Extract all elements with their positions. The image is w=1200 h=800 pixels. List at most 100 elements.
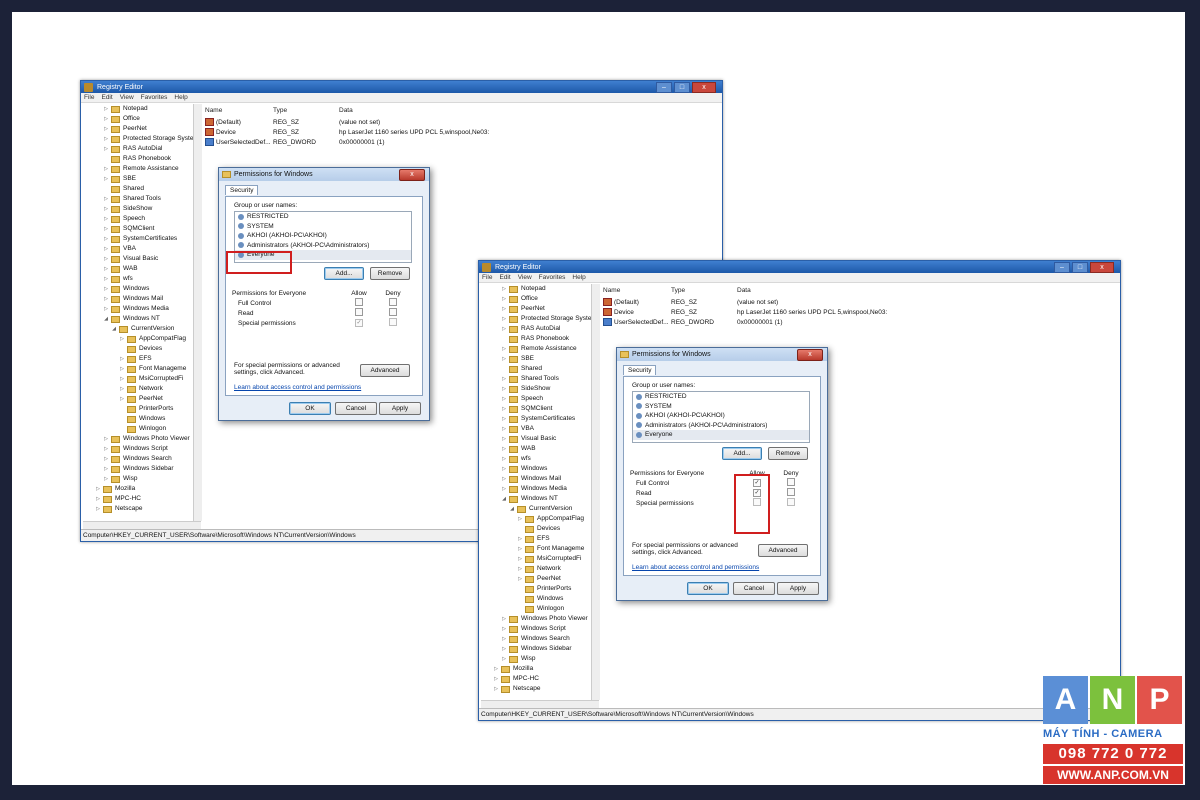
value-row[interactable]: (Default) REG_SZ (value not set) bbox=[603, 298, 897, 306]
tree-expander-icon[interactable]: ▷ bbox=[501, 644, 507, 654]
deny-checkbox[interactable] bbox=[389, 308, 397, 316]
tree-expander-icon[interactable]: ◢ bbox=[103, 314, 109, 324]
tree-expander-icon[interactable]: ▷ bbox=[103, 264, 109, 274]
menu-item-favorites[interactable]: Favorites bbox=[141, 94, 168, 101]
menu-item-edit[interactable]: Edit bbox=[499, 274, 510, 281]
tree-item[interactable]: ▷ wfs bbox=[481, 454, 597, 464]
tree-expander-icon[interactable]: ▷ bbox=[103, 444, 109, 454]
tree-item[interactable]: ▷ Windows Media bbox=[83, 304, 199, 314]
user-list-item[interactable]: SYSTEM bbox=[235, 222, 411, 232]
tree-item[interactable]: ▷ SystemCertificates bbox=[481, 414, 597, 424]
tree-expander-icon[interactable]: ▷ bbox=[501, 314, 507, 324]
tree-item[interactable]: ▷ VBA bbox=[481, 424, 597, 434]
close-button[interactable]: x bbox=[692, 81, 716, 93]
tree-expander-icon[interactable]: ▷ bbox=[103, 464, 109, 474]
tree-item[interactable]: ▷ Shared Tools bbox=[83, 194, 199, 204]
tree-item[interactable]: ▷ Mozilla bbox=[83, 484, 199, 494]
tree-item[interactable]: ▷ Notepad bbox=[481, 284, 597, 294]
tree-expander-icon[interactable]: ▷ bbox=[103, 274, 109, 284]
tree-expander-icon[interactable]: ▷ bbox=[493, 674, 499, 684]
tree-item[interactable]: ▷ Windows Photo Viewer bbox=[83, 434, 199, 444]
apply-button[interactable]: Apply bbox=[777, 582, 819, 595]
tree-item[interactable]: ▷ Windows Media bbox=[481, 484, 597, 494]
tree-expander-icon[interactable]: ◢ bbox=[509, 504, 515, 514]
tree-expander-icon[interactable]: ◢ bbox=[501, 494, 507, 504]
tree-expander-icon[interactable]: ▷ bbox=[103, 254, 109, 264]
tree-expander-icon[interactable]: ▷ bbox=[119, 384, 125, 394]
tree-expander-icon[interactable]: ▷ bbox=[103, 124, 109, 134]
allow-checkbox[interactable]: ✓ bbox=[355, 319, 363, 327]
add-button[interactable]: Add... bbox=[324, 267, 364, 280]
tree-expander-icon[interactable]: ▷ bbox=[501, 394, 507, 404]
tree-item[interactable]: ▷ SideShow bbox=[481, 384, 597, 394]
tree-item[interactable]: ▷ WAB bbox=[83, 264, 199, 274]
tree-expander-icon[interactable]: ▷ bbox=[103, 234, 109, 244]
ok-button[interactable]: OK bbox=[289, 402, 331, 415]
maximize-button[interactable]: □ bbox=[674, 81, 690, 93]
ok-button[interactable]: OK bbox=[687, 582, 729, 595]
tree-item[interactable]: ▷ Network bbox=[83, 384, 199, 394]
learn-more-link[interactable]: Learn about access control and permissio… bbox=[234, 384, 361, 391]
user-list[interactable]: RESTRICTED SYSTEM AKHOI (AKHOI-PC\AKHOI) Ad… bbox=[632, 391, 810, 443]
tree-expander-icon[interactable]: ▷ bbox=[95, 484, 101, 494]
tree-expander-icon[interactable]: ▷ bbox=[517, 534, 523, 544]
minimize-button[interactable]: – bbox=[656, 81, 672, 93]
tree-expander-icon[interactable]: ▷ bbox=[501, 354, 507, 364]
tree-item[interactable]: ◢ CurrentVersion bbox=[83, 324, 199, 334]
tree-item[interactable]: ▷ VBA bbox=[83, 244, 199, 254]
tree-item[interactable]: ▷ Mozilla bbox=[481, 664, 597, 674]
user-list-item[interactable]: Everyone bbox=[633, 430, 809, 440]
cancel-button[interactable]: Cancel bbox=[335, 402, 377, 415]
user-list-item[interactable]: AKHOI (AKHOI-PC\AKHOI) bbox=[633, 411, 809, 421]
tree-item[interactable]: ▷ Protected Storage Syste bbox=[83, 134, 199, 144]
tree-item[interactable]: ▷ Font Manageme bbox=[481, 544, 597, 554]
tree-item[interactable]: RAS Phonebook bbox=[83, 154, 199, 164]
column-header-name[interactable]: Name bbox=[603, 287, 671, 294]
menu-item-help[interactable]: Help bbox=[572, 274, 585, 281]
tree-expander-icon[interactable]: ▷ bbox=[103, 304, 109, 314]
tab-security[interactable]: Security bbox=[225, 185, 259, 195]
tree-item[interactable]: ◢ Windows NT bbox=[83, 314, 199, 324]
deny-checkbox[interactable] bbox=[787, 498, 795, 506]
tree-expander-icon[interactable]: ▷ bbox=[103, 244, 109, 254]
tree-expander-icon[interactable]: ▷ bbox=[501, 304, 507, 314]
tree-item[interactable]: ▷ EFS bbox=[83, 354, 199, 364]
tree-expander-icon[interactable]: ▷ bbox=[517, 544, 523, 554]
user-list-item[interactable]: Administrators (AKHOI-PC\Administrators) bbox=[633, 421, 809, 431]
remove-button[interactable]: Remove bbox=[370, 267, 410, 280]
tree-expander-icon[interactable]: ▷ bbox=[103, 174, 109, 184]
tree-item[interactable]: ▷ Network bbox=[481, 564, 597, 574]
tree-item[interactable]: ▷ Windows Sidebar bbox=[83, 464, 199, 474]
tree-expander-icon[interactable]: ▷ bbox=[103, 204, 109, 214]
tree-item[interactable]: ▷ Shared Tools bbox=[481, 374, 597, 384]
tree-item[interactable]: ▷ Windows Search bbox=[83, 454, 199, 464]
allow-checkbox[interactable] bbox=[355, 298, 363, 306]
tree-item[interactable]: Winlogon bbox=[481, 604, 597, 614]
value-row[interactable]: Device REG_SZ hp LaserJet 1160 series UPD … bbox=[205, 128, 499, 136]
column-header-type[interactable]: Type bbox=[273, 107, 339, 114]
tree-item[interactable]: Windows bbox=[481, 594, 597, 604]
value-row[interactable]: UserSelectedDef... REG_DWORD 0x00000001 (1… bbox=[603, 318, 897, 326]
tree-item[interactable]: ▷ Windows Script bbox=[481, 624, 597, 634]
minimize-button[interactable]: – bbox=[1054, 261, 1070, 273]
tree-item[interactable]: Shared bbox=[83, 184, 199, 194]
tab-security[interactable]: Security bbox=[623, 365, 657, 375]
tree-expander-icon[interactable]: ▷ bbox=[103, 104, 109, 114]
tree-item[interactable]: ▷ SideShow bbox=[83, 204, 199, 214]
tree-expander-icon[interactable]: ▷ bbox=[119, 354, 125, 364]
tree-expander-icon[interactable]: ▷ bbox=[103, 114, 109, 124]
allow-checkbox[interactable] bbox=[355, 308, 363, 316]
advanced-button[interactable]: Advanced bbox=[758, 544, 808, 557]
tree-item[interactable]: ▷ PeerNet bbox=[481, 574, 597, 584]
tree-item[interactable]: ▷ Office bbox=[83, 114, 199, 124]
tree-item[interactable]: ▷ PeerNet bbox=[83, 124, 199, 134]
learn-more-link[interactable]: Learn about access control and permissio… bbox=[632, 564, 759, 571]
tree-expander-icon[interactable]: ▷ bbox=[103, 134, 109, 144]
value-row[interactable]: Device REG_SZ hp LaserJet 1160 series UPD … bbox=[603, 308, 897, 316]
deny-checkbox[interactable] bbox=[787, 478, 795, 486]
tree-expander-icon[interactable]: ◢ bbox=[111, 324, 117, 334]
tree-item[interactable]: ▷ Protected Storage Syste bbox=[481, 314, 597, 324]
tree-item[interactable]: ▷ Wisp bbox=[83, 474, 199, 484]
menu-item-edit[interactable]: Edit bbox=[101, 94, 112, 101]
tree-item[interactable]: ◢ Windows NT bbox=[481, 494, 597, 504]
